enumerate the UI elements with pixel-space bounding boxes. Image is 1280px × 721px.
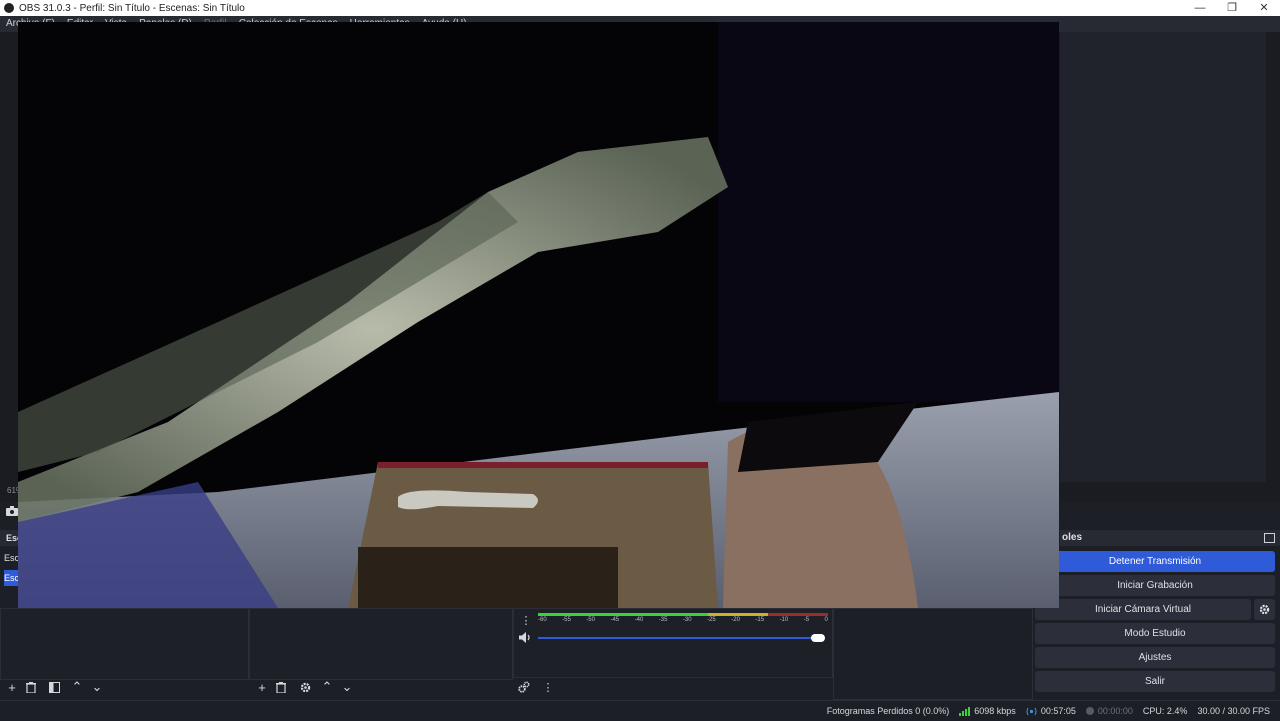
record-time-text: 00:00:00 <box>1097 706 1133 716</box>
source-properties-button[interactable] <box>297 679 313 695</box>
controls-dock-header: oles <box>1060 530 1280 546</box>
cpu-status: CPU: 2.4% <box>1143 706 1188 716</box>
webcam-scene-image <box>18 22 1059 608</box>
undock-icon[interactable] <box>1264 533 1275 543</box>
audio-level-meter <box>538 613 828 616</box>
scene-item[interactable]: Esc <box>4 550 19 566</box>
broadcast-icon <box>1026 707 1037 715</box>
scene-filters-button[interactable] <box>46 679 62 695</box>
dropped-frames-status: Fotogramas Perdidos 0 (0.0%) <box>827 706 950 716</box>
stream-time-text: 00:57:05 <box>1040 706 1076 716</box>
sources-list-panel <box>249 608 513 680</box>
stop-streaming-button[interactable]: Detener Transmisión <box>1035 551 1275 572</box>
controls-dock-title: oles <box>1062 532 1083 543</box>
source-move-up-button[interactable]: ⌃ <box>319 679 335 695</box>
maximize-button[interactable]: ❐ <box>1216 0 1248 16</box>
webcam-preview-video <box>18 22 1059 608</box>
meter-tick-label: -35 <box>658 617 668 623</box>
preview-side-area <box>1060 32 1266 482</box>
bitrate-status: 6098 kbps <box>959 706 1016 716</box>
signal-strength-icon <box>959 706 971 716</box>
meter-tick-label: -15 <box>755 617 765 623</box>
scene-item-selected[interactable]: Esc <box>4 570 19 586</box>
record-indicator-icon <box>1085 707 1094 715</box>
cpu-text: CPU: 2.4% <box>1142 706 1188 716</box>
meter-tick-label: 0 <box>824 617 828 623</box>
speaker-icon[interactable] <box>519 632 532 643</box>
dropped-frames-text: Fotogramas Perdidos 0 (0.0%) <box>826 706 950 716</box>
meter-tick-label: -10 <box>779 617 789 623</box>
volume-slider-track[interactable] <box>538 637 818 639</box>
fps-status: 30.00 / 30.00 FPS <box>1197 706 1270 716</box>
window-controls: — ❐ ✕ <box>1184 0 1280 16</box>
gear-icon <box>300 682 310 692</box>
fps-text: 30.00 / 30.00 FPS <box>1197 706 1270 716</box>
meter-red-segment <box>768 613 828 616</box>
meter-tick-label: -40 <box>634 617 644 623</box>
bitrate-text: 6098 kbps <box>974 706 1016 716</box>
start-virtual-camera-button[interactable]: Iniciar Cámara Virtual <box>1035 599 1251 620</box>
record-time-status: 00:00:00 <box>1085 706 1133 716</box>
exit-button[interactable]: Salir <box>1035 671 1275 692</box>
camera-icon[interactable] <box>6 506 18 516</box>
transitions-panel <box>833 608 1033 700</box>
meter-tick-label: -45 <box>610 617 620 623</box>
remove-source-button[interactable] <box>273 679 289 695</box>
scene-move-down-button[interactable]: ⌄ <box>89 679 105 695</box>
meter-tick-label: -50 <box>586 617 595 623</box>
mixer-options-icon[interactable]: ⋮ <box>518 612 534 628</box>
meter-tick-label: -25 <box>707 617 716 623</box>
meter-tick-label: -30 <box>682 617 692 623</box>
status-bar: Fotogramas Perdidos 0 (0.0%) 6098 kbps 0… <box>0 700 1280 721</box>
obs-logo-icon <box>4 3 14 13</box>
close-button[interactable]: ✕ <box>1248 0 1280 16</box>
gears-icon <box>518 681 530 693</box>
mixer-menu-icon[interactable]: ⋮ <box>540 679 556 695</box>
virtual-camera-settings-button[interactable] <box>1254 599 1275 620</box>
add-source-button[interactable]: + <box>254 679 270 695</box>
stream-time-status: 00:57:05 <box>1026 706 1076 716</box>
meter-tick-label: -60 <box>538 617 547 623</box>
gear-icon <box>1259 604 1270 615</box>
start-recording-button[interactable]: Iniciar Grabación <box>1035 575 1275 596</box>
settings-button[interactable]: Ajustes <box>1035 647 1275 668</box>
window-titlebar: OBS 31.0.3 - Perfil: Sin Título - Escena… <box>0 0 1280 16</box>
minimize-button[interactable]: — <box>1184 0 1216 16</box>
audio-advanced-button[interactable] <box>516 679 532 695</box>
trash-icon <box>26 681 36 693</box>
add-scene-button[interactable]: + <box>4 679 20 695</box>
meter-yellow-segment <box>708 613 768 616</box>
scenes-list-panel <box>0 608 249 680</box>
remove-scene-button[interactable] <box>23 679 39 695</box>
meter-green-segment <box>538 613 708 616</box>
source-move-down-button[interactable]: ⌄ <box>339 679 355 695</box>
meter-tick-label: -5 <box>803 617 810 623</box>
trash-icon <box>276 681 286 693</box>
studio-mode-button[interactable]: Modo Estudio <box>1035 623 1275 644</box>
window-title: OBS 31.0.3 - Perfil: Sin Título - Escena… <box>19 2 245 14</box>
scene-move-up-button[interactable]: ⌃ <box>69 679 85 695</box>
meter-tick-label: -20 <box>731 617 740 623</box>
meter-tick-labels: -60 -55 -50 -45 -40 -35 -30 -25 -20 -15 -10 -5 0 <box>538 617 828 623</box>
meter-tick-label: -55 <box>562 617 571 623</box>
filter-icon <box>48 681 60 693</box>
volume-slider-handle[interactable] <box>811 634 825 642</box>
